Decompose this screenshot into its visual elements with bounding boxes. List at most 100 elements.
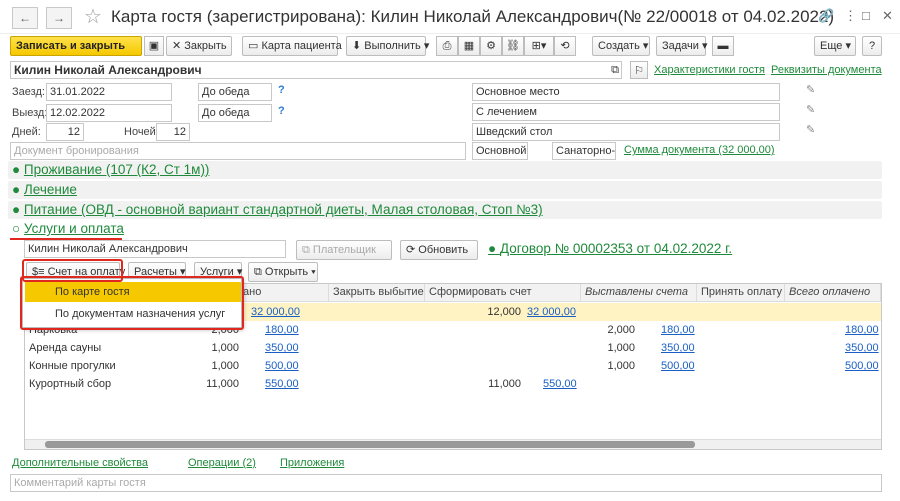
more-button[interactable]: Еще ▾ xyxy=(814,36,856,56)
comment-field[interactable]: Комментарий карты гостя xyxy=(10,474,882,492)
form-sum-link[interactable]: 32 000,00 xyxy=(527,303,576,321)
column-header[interactable]: Выставлены счета xyxy=(581,284,697,302)
back-button[interactable]: ← xyxy=(12,7,38,29)
section-services[interactable]: ○ Услуги и оплата xyxy=(8,220,882,238)
service-name: Конные прогулки xyxy=(29,360,116,372)
contract-link-label: Договор № 00002353 от 04.02.2022 г. xyxy=(499,241,733,256)
settings-icon[interactable]: ⚙ xyxy=(480,36,502,56)
guest-characteristics-link[interactable]: Характеристики гостя xyxy=(654,64,765,76)
print-icon[interactable]: ⎙ xyxy=(436,36,458,56)
service-qty: 1,000 xyxy=(211,360,239,372)
contract-link[interactable]: ● Договор № 00002353 от 04.02.2022 г. xyxy=(488,241,732,256)
departure-date-field[interactable]: 12.02.2022 xyxy=(46,104,172,122)
booking-document-field[interactable]: Документ бронирования xyxy=(10,142,466,160)
open-menu-button[interactable]: ⧉ Открыть ▾ xyxy=(248,262,318,282)
amount-link[interactable]: 500,00 xyxy=(265,357,299,375)
service-name: Курортный сбор xyxy=(29,378,112,390)
grid-icon[interactable]: ▦ xyxy=(458,36,480,56)
form-qty: 12,000 xyxy=(487,306,521,318)
close-button[interactable]: ✕ Закрыть xyxy=(166,36,232,56)
guest-card-window: ← → ☆ Карта гостя (зарегистрирована): Ки… xyxy=(0,0,900,501)
payer-button[interactable]: ⧉ Плательщик xyxy=(296,240,392,260)
arrival-date-field[interactable]: 31.01.2022 xyxy=(46,83,172,101)
save-close-button[interactable]: Записать и закрыть xyxy=(10,36,142,56)
table-row[interactable]: Курортный сбор 11,000 550,00 11,000 550,… xyxy=(25,375,881,393)
invoice-sum-link[interactable]: 350,00 xyxy=(661,339,695,357)
invoice-qty: 1,000 xyxy=(607,360,635,372)
help-button[interactable]: ? xyxy=(862,36,882,56)
column-header[interactable]: Принять оплату xyxy=(697,284,785,302)
payer-field[interactable]: Килин Николай Александрович xyxy=(24,240,286,258)
command-bar: Записать и закрыть ▣ ✕ Закрыть ▭ Карта п… xyxy=(0,36,900,58)
attachments-link[interactable]: Приложения xyxy=(280,457,344,469)
horizontal-scrollbar[interactable] xyxy=(25,439,881,449)
archive-icon[interactable]: ▬ xyxy=(712,36,734,56)
execute-button[interactable]: ⬇ Выполнить ▾ xyxy=(346,36,429,56)
days-label: Дней: xyxy=(12,126,41,138)
column-header[interactable]: Закрыть выбытием xyxy=(329,284,425,302)
amount-link[interactable]: 180,00 xyxy=(265,321,299,339)
invoice-sum-link[interactable]: 180,00 xyxy=(661,321,695,339)
main-place-field[interactable]: Основной п xyxy=(472,142,528,160)
treatment-type-field[interactable]: С лечением xyxy=(472,103,780,121)
column-header[interactable]: Всего оплачено xyxy=(785,284,881,302)
help-mark[interactable]: ? xyxy=(278,105,285,117)
table-row[interactable]: Конные прогулки 1,000 500,00 1,000 500,0… xyxy=(25,357,881,375)
form-sum-link[interactable]: 550,00 xyxy=(543,375,577,393)
open-icon[interactable]: ⧉ xyxy=(608,61,622,79)
table-row[interactable]: Аренда сауны 1,000 350,00 1,000 350,00 3… xyxy=(25,339,881,357)
service-qty: 11,000 xyxy=(206,378,239,390)
link-doc-icon[interactable]: ⛓ xyxy=(502,36,524,56)
create-label: Создать xyxy=(598,40,640,52)
save-disk-icon[interactable]: ▣ xyxy=(144,36,164,56)
flag-icon[interactable]: ⚐ xyxy=(630,61,648,79)
paid-link[interactable]: 500,00 xyxy=(845,357,879,375)
amount-link[interactable]: 550,00 xyxy=(265,375,299,393)
edit-pencil-icon[interactable]: ✎ xyxy=(806,83,815,96)
service-qty: 1,000 xyxy=(211,342,239,354)
scrollbar-thumb[interactable] xyxy=(45,441,695,448)
refresh-label: Обновить xyxy=(418,244,469,256)
tasks-button[interactable]: Задачи ▾ xyxy=(656,36,708,56)
tasks-label: Задачи xyxy=(662,40,699,52)
days-field[interactable]: 12 xyxy=(46,123,84,141)
document-details-link[interactable]: Реквизиты документа xyxy=(771,64,882,76)
column-header[interactable]: ано xyxy=(239,284,329,302)
create-based-icon[interactable]: ⊞▾ xyxy=(524,36,554,56)
close-icon[interactable]: ✕ xyxy=(882,8,893,24)
edit-pencil-icon[interactable]: ✎ xyxy=(806,103,815,116)
create-button[interactable]: Создать ▾ xyxy=(592,36,650,56)
place-field[interactable]: Основное место xyxy=(472,83,780,101)
arrival-time-field[interactable]: До обеда xyxy=(198,83,272,101)
title-bar: ← → ☆ Карта гостя (зарегистрирована): Ки… xyxy=(0,0,900,34)
patient-card-button[interactable]: ▭ Карта пациента xyxy=(242,36,342,56)
help-mark[interactable]: ? xyxy=(278,84,285,96)
paid-link[interactable]: 350,00 xyxy=(845,339,879,357)
forward-button[interactable]: → xyxy=(46,7,72,29)
extra-properties-link[interactable]: Дополнительные свойства xyxy=(12,457,148,469)
section-accommodation-label: Проживание (107 (К2, Ст 1м)) xyxy=(23,162,210,177)
meal-type-field[interactable]: Шведский стол xyxy=(472,123,780,141)
section-meals[interactable]: ● Питание (ОВД - основной вариант станда… xyxy=(8,201,882,219)
sanatorium-card-field[interactable]: Санаторно-ку xyxy=(552,142,616,160)
document-sum-link[interactable]: Сумма документа (32 000,00) xyxy=(624,144,775,156)
amount-link[interactable]: 32 000,00 xyxy=(251,303,300,321)
departure-time-field[interactable]: До обеда xyxy=(198,104,272,122)
favorite-star-icon[interactable]: ☆ xyxy=(84,4,102,29)
paid-link[interactable]: 180,00 xyxy=(845,321,879,339)
operations-link[interactable]: Операции (2) xyxy=(188,457,256,469)
guest-name-field[interactable]: Килин Николай Александрович xyxy=(10,61,622,79)
refresh-button[interactable]: ⟳ Обновить xyxy=(400,240,478,260)
nights-field[interactable]: 12 xyxy=(156,123,190,141)
edit-pencil-icon[interactable]: ✎ xyxy=(806,123,815,136)
menu-dots-icon[interactable]: ⋮ xyxy=(844,8,857,24)
section-accommodation[interactable]: ● Проживание (107 (К2, Ст 1м)) xyxy=(8,161,882,179)
link-icon[interactable]: 🔗 xyxy=(818,8,834,24)
history-icon[interactable]: ⟲ xyxy=(554,36,576,56)
section-treatment[interactable]: ● Лечение xyxy=(8,181,882,199)
column-header[interactable]: Сформировать счет xyxy=(425,284,581,302)
maximize-icon[interactable]: □ xyxy=(862,8,870,23)
invoice-sum-link[interactable]: 500,00 xyxy=(661,357,695,375)
amount-link[interactable]: 350,00 xyxy=(265,339,299,357)
invoice-qty: 1,000 xyxy=(607,342,635,354)
